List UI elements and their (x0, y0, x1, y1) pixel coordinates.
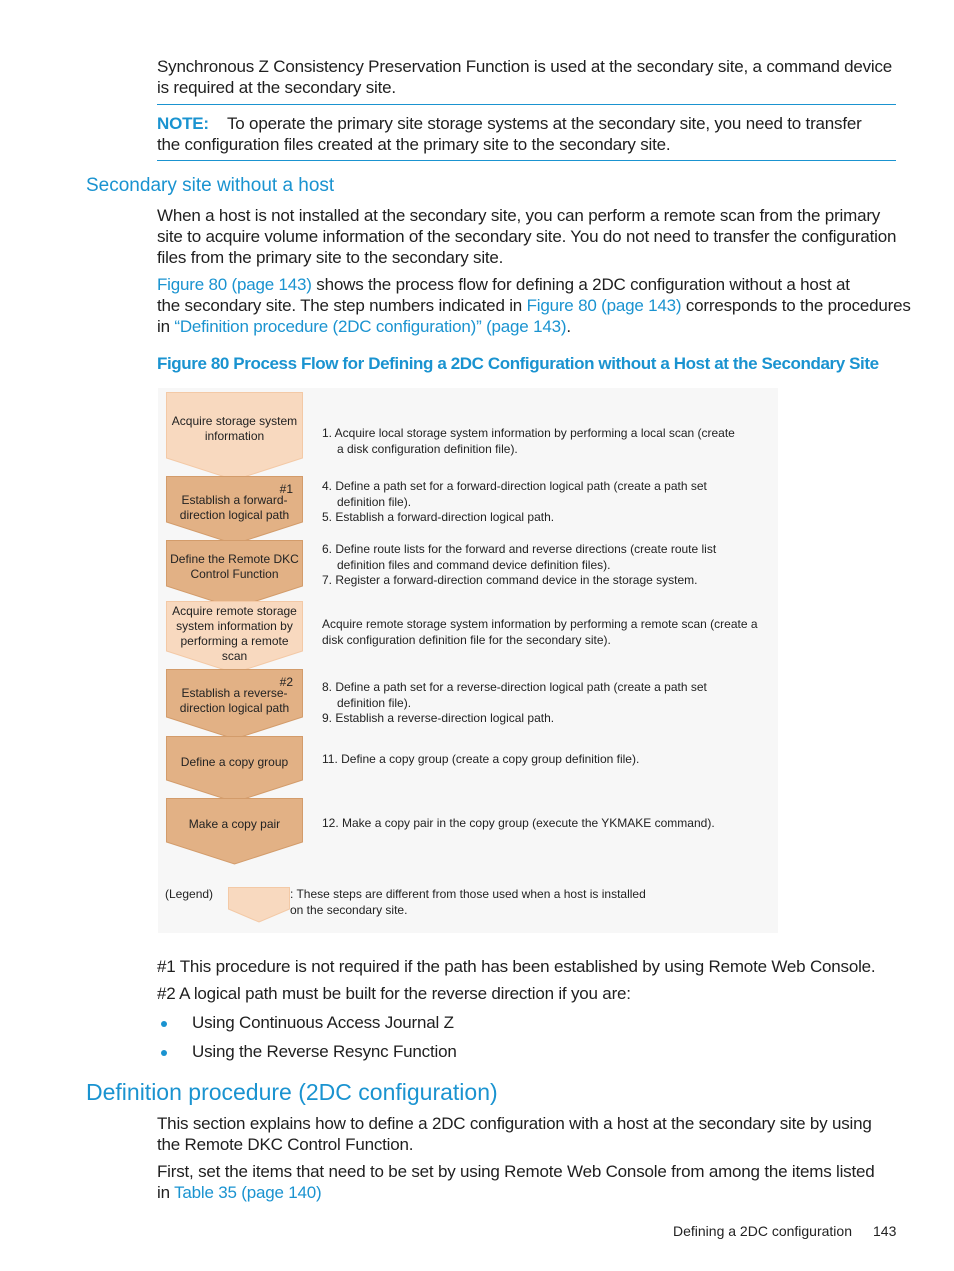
step-label-line: Establish a forward- (181, 493, 288, 507)
footer-page-number: 143 (873, 1223, 897, 1239)
step-description-3: 6. Define route lists for the forward an… (322, 542, 716, 589)
step-label: Make a copy pair (166, 817, 303, 832)
step-description-4: Acquire remote storage system informatio… (322, 617, 758, 648)
para-line: When a host is not installed at the seco… (157, 206, 881, 225)
secondary-site-paragraph-1: When a host is not installed at the seco… (157, 205, 896, 268)
flow-step-5: #2 Establish a reverse-direction logical … (166, 669, 303, 741)
para-text: corresponds to the procedures (681, 296, 911, 315)
step-description-line: Acquire remote storage system informatio… (322, 617, 758, 631)
step-description-line: 8. Define a path set for a reverse-direc… (322, 680, 707, 694)
legend-label: (Legend) (165, 887, 214, 901)
step-description-line: 6. Define route lists for the forward an… (322, 542, 717, 556)
step-label-line: Establish a reverse- (181, 686, 288, 700)
step-label-line: Make a copy pair (188, 816, 281, 831)
figure-caption: Figure 80 Process Flow for Defining a 2D… (157, 354, 879, 373)
step-label: Define a copy group (166, 755, 303, 770)
definition-paragraph-2: First, set the items that need to be set… (157, 1161, 875, 1203)
para-line: files from the primary site to the secon… (157, 248, 504, 267)
definition-procedure-link[interactable]: “Definition procedure (2DC configuration… (174, 317, 566, 336)
step-description-line: 5. Establish a forward-direction logical… (322, 510, 555, 524)
legend-line-1: : These steps are different from those u… (290, 887, 646, 901)
step-description-line: 11. Define a copy group (create a copy g… (322, 752, 640, 766)
step-label-line: Acquire storage system (171, 414, 298, 428)
secondary-site-paragraph-2: Figure 80 (page 143) shows the process f… (157, 274, 911, 337)
step-label-line: scan (221, 649, 248, 663)
step-label-line: system information by (176, 619, 293, 633)
note-line-2: the configuration files created at the p… (157, 135, 671, 154)
step-description-line: 12. Make a copy pair in the copy group (… (322, 816, 715, 830)
intro-paragraph: Synchronous Z Consistency Preservation F… (157, 56, 892, 98)
step-description-line: 4. Define a path set for a forward-direc… (322, 479, 707, 493)
process-flow-figure: Acquire storage system information 1. Acqu… (158, 388, 778, 933)
step-description-7: 12. Make a copy pair in the copy group (… (322, 816, 715, 832)
table-35-link[interactable]: Table 35 (page 140) (174, 1183, 322, 1202)
legend-description: : These steps are different from those u… (290, 887, 646, 918)
legend-swatch (228, 887, 290, 923)
step-description-line: definition file). (337, 695, 412, 710)
step-label: Define the Remote DKC Control Function (166, 552, 303, 582)
para-text: in (157, 317, 175, 336)
flow-step-2: #1 Establish a forward-direction logical … (166, 476, 303, 546)
para-text: in (157, 1183, 175, 1202)
step-description-line: a disk configuration definition file). (337, 441, 518, 456)
para-line: the Remote DKC Control Function. (157, 1135, 414, 1154)
footnote-2: #2 A logical path must be built for the … (157, 984, 631, 1003)
bullet-icon (161, 1050, 167, 1056)
para-line: This section explains how to define a 2D… (157, 1114, 872, 1133)
para-text: . (566, 317, 571, 336)
step-label: Establish a reverse-direction logical pa… (166, 686, 303, 716)
para-line: site to acquire volume information of th… (157, 227, 897, 246)
chevron-shape (166, 798, 303, 865)
para-line: First, set the items that need to be set… (157, 1162, 875, 1181)
step-label-line: direction logical path (179, 508, 290, 522)
flow-step-1: Acquire storage system information (166, 392, 303, 482)
step-description-line: disk configuration definition file for t… (322, 632, 611, 647)
note-line-1: To operate the primary site storage syst… (226, 114, 862, 133)
step-description-line: definition files and command device defi… (337, 557, 611, 572)
step-label-line: performing a remote (180, 634, 289, 648)
note-top-rule (157, 104, 896, 105)
step-label: Acquire remote storage system information… (166, 604, 303, 664)
step-description-6: 11. Define a copy group (create a copy g… (322, 752, 639, 768)
footer-section-title: Defining a 2DC configuration (673, 1223, 852, 1239)
step-description-5: 8. Define a path set for a reverse-direc… (322, 680, 707, 727)
para-text: shows the process flow for defining a 2D… (311, 275, 850, 294)
flow-step-7: Make a copy pair (166, 798, 303, 866)
note-label: NOTE: (157, 114, 209, 133)
legend-line-2: on the secondary site. (290, 902, 408, 917)
note-box: NOTE: To operate the primary site storag… (157, 113, 862, 155)
note-bottom-rule (157, 160, 896, 161)
chevron-shape (166, 736, 303, 803)
flow-step-3: Define the Remote DKC Control Function (166, 540, 303, 610)
step-label-line: information (204, 429, 265, 443)
section-heading-definition-procedure: Definition procedure (2DC configuration) (86, 1079, 498, 1105)
flow-step-4: Acquire remote storage system information… (166, 601, 303, 675)
footnote-1: #1 This procedure is not required if the… (157, 957, 876, 976)
bullet-item-1: Using Continuous Access Journal Z (192, 1013, 454, 1032)
step-label-line: Define a copy group (180, 754, 289, 769)
bullet-item-2: Using the Reverse Resync Function (192, 1042, 457, 1061)
step-label-line: Control Function (190, 567, 279, 581)
step-description-line: definition file). (337, 494, 412, 509)
intro-line-2: is required at the secondary site. (157, 78, 396, 97)
step-description-line: 1. Acquire local storage system informat… (322, 426, 735, 440)
para-text: the secondary site. The step numbers ind… (157, 296, 527, 315)
step-description-line: 9. Establish a reverse-direction logical… (322, 711, 555, 725)
legend-chevron (228, 887, 290, 923)
step-label-line: direction logical path (179, 701, 290, 715)
flow-step-6: Define a copy group (166, 736, 303, 804)
definition-paragraph-1: This section explains how to define a 2D… (157, 1113, 872, 1155)
step-description-line: 7. Register a forward-direction command … (322, 573, 698, 587)
step-description-1: 1. Acquire local storage system informat… (322, 426, 735, 457)
intro-line-1: Synchronous Z Consistency Preservation F… (157, 57, 893, 76)
section-heading-secondary-site: Secondary site without a host (86, 175, 335, 196)
step-label-line: Acquire remote storage (172, 604, 297, 618)
step-label-line: Define the Remote DKC (170, 552, 299, 566)
figure-80-link-2[interactable]: Figure 80 (page 143) (527, 296, 682, 315)
bullet-icon (161, 1021, 167, 1027)
figure-80-link[interactable]: Figure 80 (page 143) (157, 275, 312, 294)
step-label: Establish a forward-direction logical pa… (166, 493, 303, 523)
step-description-2: 4. Define a path set for a forward-direc… (322, 479, 707, 526)
step-label: Acquire storage system information (166, 414, 303, 444)
